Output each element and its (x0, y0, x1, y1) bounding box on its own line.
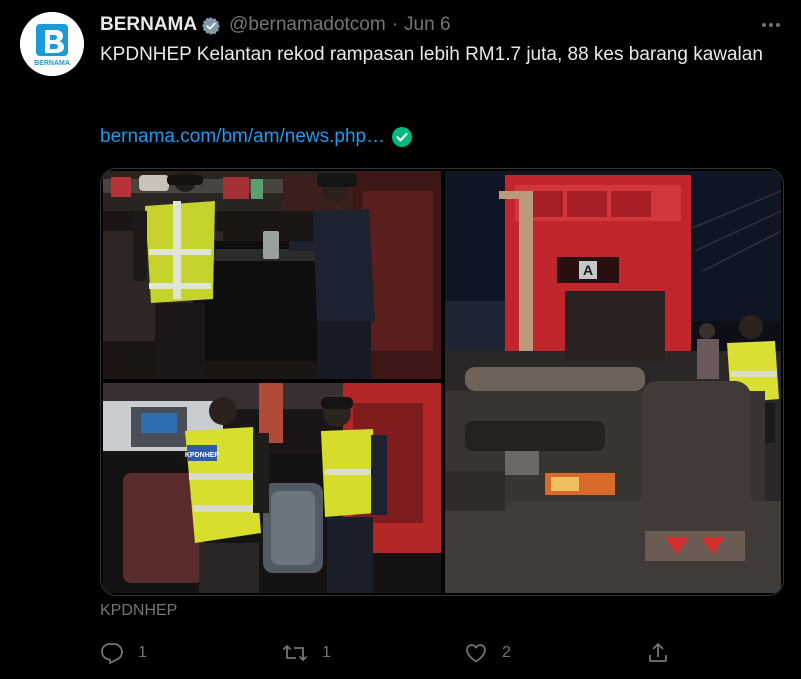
retweet-button[interactable]: 1 (282, 638, 331, 668)
verified-badge-icon (201, 16, 221, 36)
tweet-link[interactable]: bernama.com/bm/am/news.php… (100, 126, 385, 148)
author-handle[interactable]: @bernamadotcom (229, 14, 386, 36)
svg-text:BERNAMA: BERNAMA (34, 60, 70, 67)
tweet-date[interactable]: Jun 6 (404, 14, 450, 36)
retweet-icon (282, 645, 308, 661)
share-button[interactable] (646, 638, 670, 668)
like-count: 2 (502, 644, 511, 661)
avatar[interactable]: BERNAMA (20, 12, 84, 76)
svg-text:KPDNHEP: KPDNHEP (185, 452, 220, 459)
more-horizontal-icon (762, 23, 780, 27)
more-button[interactable] (756, 12, 786, 38)
author-name[interactable]: BERNAMA (100, 14, 197, 36)
share-icon (649, 643, 667, 662)
photo-officers-inspecting-tank[interactable] (103, 171, 441, 379)
separator-dot: · (391, 14, 399, 35)
action-bar: 1 1 2 (100, 638, 680, 668)
check-circle-icon (391, 126, 413, 148)
like-button[interactable]: 2 (464, 638, 511, 668)
media-grid: KPDNHEP A (100, 168, 784, 596)
heart-icon (466, 644, 486, 663)
media-caption: KPDNHEP (100, 602, 178, 619)
svg-text:A: A (583, 262, 593, 278)
reply-button[interactable]: 1 (100, 638, 147, 668)
tweet-header: BERNAMA @bernamadotcom · Jun 6 (100, 13, 451, 37)
retweet-count: 1 (322, 644, 331, 661)
tweet-text: KPDNHEP Kelantan rekod rampasan lebih RM… (100, 44, 763, 65)
photo-red-truck[interactable]: A (445, 171, 781, 593)
bernama-logo: BERNAMA (20, 12, 84, 76)
reply-icon (101, 643, 123, 664)
photo-officer-vest-tank[interactable]: KPDNHEP (103, 383, 441, 593)
reply-count: 1 (138, 644, 147, 661)
tweet-card[interactable]: BERNAMA BERNAMA @bernamadotcom · Jun 6 K… (0, 0, 801, 679)
tweet-link-row: bernama.com/bm/am/news.php… (100, 124, 413, 150)
